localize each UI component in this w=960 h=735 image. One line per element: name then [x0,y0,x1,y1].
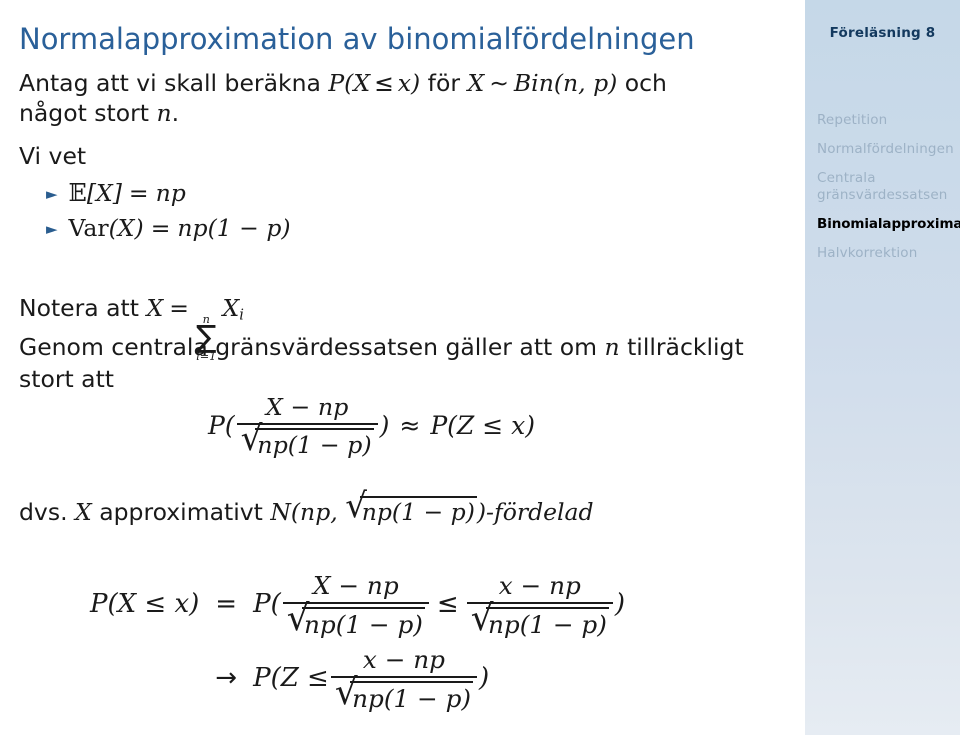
dvs-text-1: dvs. [19,498,76,526]
sum-term-index: i [239,306,244,324]
radical-icon: √ [345,486,367,526]
eq1-p-close: ) [379,410,390,440]
slide-canvas: Normalapproximation av binomialfördelnin… [0,0,960,735]
radical-icon: √ [240,419,263,459]
eq1-p-open: P( [208,410,235,440]
expectation-value: np [155,179,186,207]
lecture-title: Föreläsning 8 [829,25,936,41]
eq2-row2-sqrt: √ np(1 − p) [334,672,474,713]
dvs-normal: N(np, [270,498,346,526]
eq2-row1-inner-relation: ≤ [436,589,459,619]
variance-value: np(1 − p) [177,214,291,242]
eq2-row2-p-open: P(Z ≤ [253,663,329,693]
display-equation-align-block: P(X ≤ x) = P( X − np √ np(1 − p) ≤ x − n… [90,570,626,713]
text-line-nagot: något stort n. [19,100,179,126]
display-equation-clt: P( X − np √ np(1 − p) ) ≈ P(Z ≤ x) [208,392,535,459]
triangle-bullet-icon: ► [46,185,58,203]
radical-icon: √ [334,672,358,713]
expectation-equals: = [128,179,149,207]
dvs-sqrt-radicand: np(1 − p) [359,496,477,526]
page-title: Normalapproximation av binomialfördelnin… [19,22,695,56]
eq2-row1-relation: = [215,589,238,619]
eq2-row2-p-close: ) [479,663,490,693]
eq1-rhs: P(Z ≤ x) [430,410,535,440]
eq2-row1-frac2-den-wrap: √ np(1 − p) [467,598,613,639]
eq2-row1-frac2-numerator: x − np [498,571,581,600]
eq2-row1-p-open: P( [253,589,281,619]
antag-text-3: och [617,69,667,97]
notera-equals: = [169,294,189,322]
nagot-text-2: . [171,99,180,127]
sidebar-item-normalfordelningen[interactable]: Normalfördelningen [817,141,960,159]
eq2-row1-rhs: P( X − np √ np(1 − p) ≤ x − np √ np(1 − … [253,570,626,639]
triangle-bullet-icon: ► [46,220,58,238]
expectation-argument: [X] [86,179,122,207]
eq2-row2-fraction: x − np √ np(1 − p) [330,645,478,713]
eq2-row1-frac2-sqrt: √ np(1 − p) [470,598,609,639]
text-line-stort: stort att [19,365,115,393]
eq1-approx-symbol: ≈ [399,410,421,440]
eq2-row1-frac2-denominator: np(1 − p) [486,607,609,639]
notera-X: X [146,294,164,322]
eq1-fraction: X − np √ np(1 − p) [236,393,378,459]
eq2-row2-numerator: x − np [362,645,445,674]
dvs-text-2: approximativt [91,498,271,526]
antag-random-var: X [467,69,485,97]
eq2-row1-fraction-1: X − np √ np(1 − p) [282,571,429,639]
eq1-denominator-wrap: √ np(1 − p) [237,419,378,459]
nagot-text-1: något stort [19,99,157,127]
antag-distribution: Bin(n, p) [513,69,618,97]
dvs-sqrt: √ np(1 − p) [345,486,477,526]
eq2-row1-frac1-numerator: X − np [312,571,399,600]
eq2-row1-fraction-2: x − np √ np(1 − p) [466,571,613,639]
antag-prob-close: x) [397,69,421,97]
text-line-dvs: dvs. X approximativt N(np, √ np(1 − p))-f… [19,486,594,526]
eq2-row1-p-close: ) [614,589,626,619]
notera-text: Notera att [19,294,147,322]
eq2-row2-rhs: P(Z ≤ x − np √ np(1 − p) ) [253,644,490,713]
eq2-row1-frac1-sqrt: √ np(1 − p) [286,598,425,639]
variance-label: Var [68,214,109,242]
eq1-numerator: X − np [265,393,349,421]
radical-icon: √ [470,598,494,639]
eq1-denominator: np(1 − p) [255,428,374,459]
genom-n: n [604,333,620,361]
sum-term: X [222,294,240,322]
text-line-genom: Genom centrala gränsvärdessatsen gäller … [19,334,744,360]
variance-formula: Var(X) = np(1 − p) [69,214,291,242]
eq2-row1-lhs: P(X ≤ x) [90,589,200,619]
blackboard-e-icon: 𝔼 [68,179,87,207]
navigation-sidebar: Föreläsning 8 Repetition Normalfördelnin… [805,0,960,735]
dvs-X: X [75,498,92,526]
eq2-row2-denominator: np(1 − p) [350,681,474,713]
text-line-antag: Antag att vi skall beräkna P(X ≤ x) för X ∼… [19,70,667,96]
antag-prob-open: P(X [328,69,371,97]
dvs-text-3: )-fördelad [476,498,594,526]
nagot-n: n [156,99,172,127]
variance-argument: (X) [108,214,144,242]
eq1-sqrt: √ np(1 − p) [240,419,374,459]
section-navigation: Repetition Normalfördelningen Centrala g… [817,112,960,274]
sidebar-item-binomialapproximation[interactable]: Binomialapproximation [817,216,960,234]
sidebar-item-centrala-gransvardessatsen[interactable]: Centrala gränsvärdessatsen [817,170,947,206]
sidebar-item-repetition[interactable]: Repetition [817,112,960,130]
list-item-expectation: ► 𝔼[X] = np [46,179,186,207]
eq2-row2-relation: → [215,663,238,693]
expectation-formula: 𝔼[X] = np [69,179,186,207]
eq2-row2-den-wrap: √ np(1 − p) [331,672,477,713]
antag-le-symbol: ≤ [374,69,394,97]
antag-text-1: Antag att vi skall beräkna [19,69,329,97]
radical-icon: √ [286,598,310,639]
sidebar-item-halvkorrektion[interactable]: Halvkorrektion [817,245,960,263]
variance-equals: = [150,214,171,242]
antag-text-2: för [420,69,468,97]
genom-text-1: Genom centrala gränsvärdessatsen gäller … [19,333,605,361]
slide-content-area: Normalapproximation av binomialfördelnin… [0,0,805,735]
genom-text-2: tillräckligt [619,333,744,361]
text-line-vivet: Vi vet [19,142,87,170]
antag-sim-symbol: ∼ [489,69,509,97]
list-item-variance: ► Var(X) = np(1 − p) [46,214,291,242]
eq2-row1-frac1-denominator: np(1 − p) [302,607,425,639]
eq2-row1-frac1-den-wrap: √ np(1 − p) [283,598,429,639]
